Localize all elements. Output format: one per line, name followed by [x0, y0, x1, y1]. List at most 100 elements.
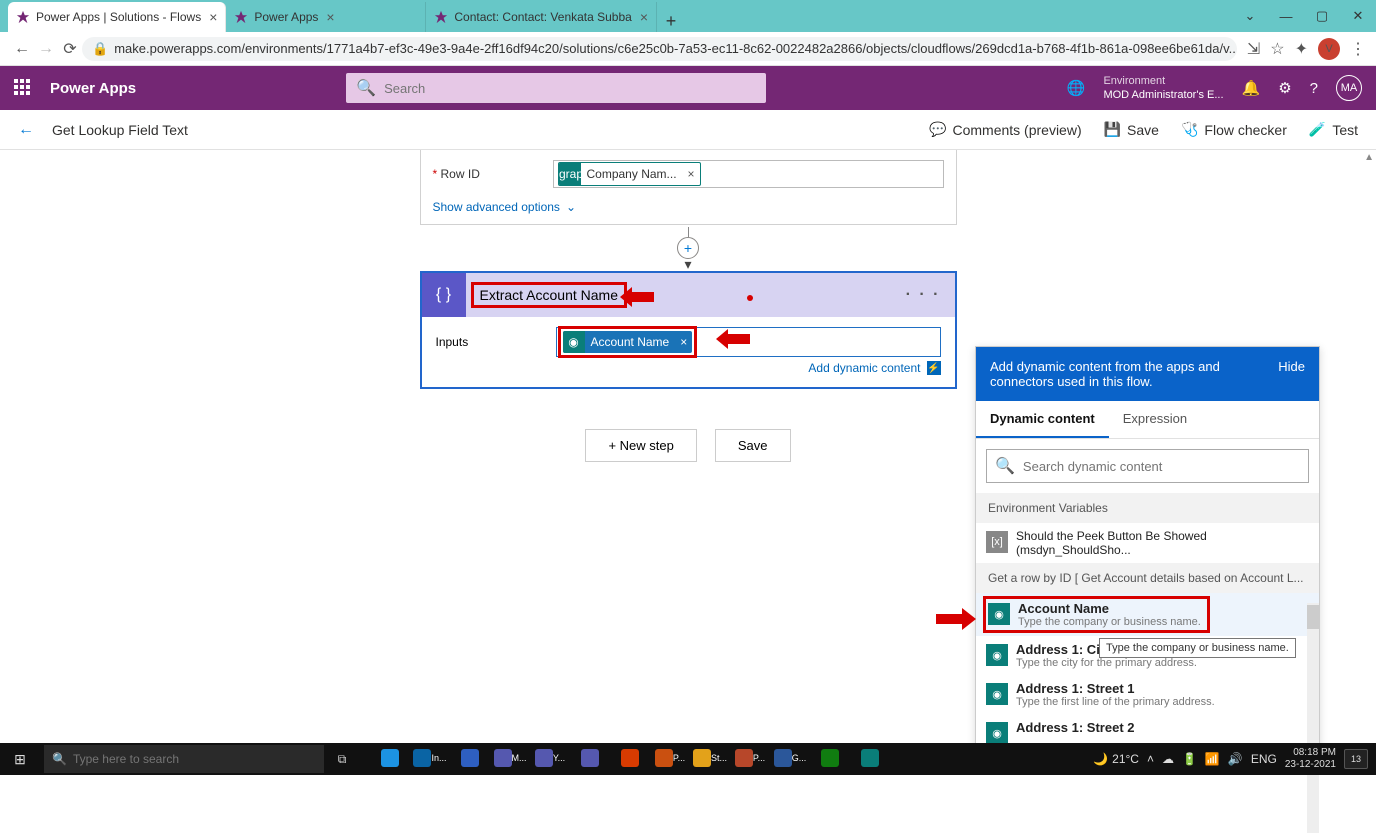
annotation-arrow-title	[620, 287, 654, 307]
save-flow-button[interactable]: Save	[715, 429, 791, 462]
url-field[interactable]: 🔒 make.powerapps.com/environments/1771a4…	[82, 37, 1237, 61]
taskbar-app[interactable]: P...	[652, 745, 688, 773]
taskbar-app[interactable]	[452, 745, 488, 773]
dynamic-search[interactable]: 🔍	[986, 449, 1309, 483]
weather-widget[interactable]: 🌙21°C	[1093, 752, 1139, 766]
tooltip: Type the company or business name.	[1099, 638, 1296, 658]
show-advanced-options-link[interactable]: Show advanced options ⌄	[433, 200, 944, 214]
panel-scrollbar[interactable]	[1307, 603, 1319, 833]
kebab-menu-icon[interactable]: ⋮	[1350, 39, 1366, 59]
forward-button[interactable]: →	[34, 40, 58, 58]
dyn-item-address1-street1[interactable]: ◉ Address 1: Street 1 Type the first lin…	[976, 675, 1319, 714]
environment-icon[interactable]: 🌐	[1067, 79, 1086, 97]
dyn-item-account-name[interactable]: ◉ Account Name Type the company or busin…	[976, 593, 1319, 636]
app-launcher-icon[interactable]	[14, 79, 32, 97]
add-dynamic-label: Add dynamic content	[808, 361, 920, 375]
lock-icon: 🔒	[92, 41, 108, 57]
browser-tab-1[interactable]: Power Apps | Solutions - Flows ×	[8, 2, 226, 32]
taskbar-app[interactable]	[812, 745, 848, 773]
scrollbar-thumb[interactable]	[1307, 605, 1319, 629]
flow-checker-button[interactable]: 🩺Flow checker	[1181, 121, 1287, 138]
data-operation-icon: { }	[422, 273, 466, 317]
taskbar-app[interactable]: St...	[692, 745, 728, 773]
flow-canvas[interactable]: Row ID �ographie Company Nam... × Show a…	[0, 150, 1376, 743]
language-indicator[interactable]: ENG	[1251, 752, 1277, 766]
tab-dynamic-content[interactable]: Dynamic content	[976, 401, 1109, 438]
tab-close-2[interactable]: ×	[326, 9, 334, 25]
tray-chevron-icon[interactable]: ˄	[1147, 752, 1154, 766]
notifications-icon[interactable]: 🔔	[1242, 79, 1261, 97]
tab-close-1[interactable]: ×	[209, 9, 217, 25]
add-dynamic-content-link[interactable]: Add dynamic content ⚡	[436, 357, 941, 379]
dyn-item-title: Address 1: Street 2	[1016, 720, 1135, 735]
checker-icon: 🩺	[1181, 121, 1198, 138]
new-step-button[interactable]: + New step	[585, 429, 696, 462]
beaker-icon: 🧪	[1309, 121, 1326, 138]
dyn-item-desc: Type the city for the primary address.	[1016, 657, 1197, 669]
profile-avatar[interactable]: V	[1318, 38, 1340, 60]
taskbar-app[interactable]	[372, 745, 408, 773]
battery-icon[interactable]: 🔋	[1182, 752, 1197, 766]
action-title[interactable]: Extract Account Name	[474, 285, 625, 305]
help-icon[interactable]: ?	[1310, 80, 1318, 97]
user-avatar[interactable]: MA	[1336, 75, 1362, 101]
wifi-icon[interactable]: 📶	[1205, 752, 1220, 766]
test-button[interactable]: 🧪Test	[1309, 121, 1358, 138]
clock[interactable]: 08:18 PM 23-12-2021	[1285, 747, 1336, 771]
minimize-button[interactable]: —	[1268, 9, 1304, 24]
taskbar-app[interactable]: P...	[732, 745, 768, 773]
comments-button[interactable]: 💬Comments (preview)	[929, 121, 1082, 138]
dropdown-icon[interactable]: ⌄	[1232, 8, 1268, 24]
back-button[interactable]: ←	[10, 40, 34, 58]
task-view-icon[interactable]: ⧉	[324, 752, 360, 767]
token-remove[interactable]: ×	[683, 167, 700, 181]
taskbar-app[interactable]: Y...	[532, 745, 568, 773]
header-search[interactable]: 🔍	[346, 73, 766, 103]
taskbar-search[interactable]: 🔍	[44, 745, 324, 773]
environment-value: MOD Administrator's E...	[1103, 88, 1223, 102]
reload-button[interactable]: ⟳	[58, 39, 82, 59]
onedrive-icon[interactable]: ☁	[1162, 752, 1174, 766]
action-card-extract-account-name[interactable]: { } Extract Account Name · · · Inputs ◉ …	[420, 271, 957, 389]
scroll-up-arrow[interactable]: ▲	[1364, 152, 1374, 163]
token-company-name[interactable]: �ographie Company Nam... ×	[558, 162, 701, 186]
taskbar-app[interactable]: M...	[492, 745, 528, 773]
dyn-item-title: Address 1: Street 1	[1016, 681, 1215, 696]
section-get-row: Get a row by ID [ Get Account details ba…	[976, 563, 1319, 593]
taskbar-app[interactable]	[852, 745, 888, 773]
taskbar-app[interactable]: G...	[772, 745, 808, 773]
dynamic-search-input[interactable]	[1023, 459, 1300, 474]
taskbar-app[interactable]	[612, 745, 648, 773]
connector-line: + ▾	[0, 227, 1376, 269]
maximize-button[interactable]: ▢	[1304, 8, 1340, 24]
start-button[interactable]: ⊞	[0, 751, 40, 768]
taskbar-app[interactable]: In...	[412, 745, 448, 773]
save-button[interactable]: 💾Save	[1104, 121, 1159, 138]
hide-panel-button[interactable]: Hide	[1278, 359, 1305, 374]
install-app-icon[interactable]: ⇲	[1247, 39, 1260, 59]
tab-close-3[interactable]: ×	[640, 9, 648, 25]
env-var-item[interactable]: [x] Should the Peek Button Be Showed (ms…	[976, 523, 1319, 563]
taskbar-app[interactable]	[572, 745, 608, 773]
new-tab-button[interactable]: +	[657, 11, 685, 32]
row-id-label: Row ID	[433, 167, 543, 181]
browser-tab-2[interactable]: Power Apps ×	[226, 2, 426, 32]
star-icon[interactable]: ☆	[1270, 39, 1284, 59]
environment-picker[interactable]: Environment MOD Administrator's E...	[1103, 74, 1223, 102]
taskbar-search-input[interactable]	[73, 752, 316, 766]
volume-icon[interactable]: 🔊	[1228, 752, 1243, 766]
command-bar: ← Get Lookup Field Text 💬Comments (previ…	[0, 110, 1376, 150]
close-window-button[interactable]: ✕	[1340, 8, 1376, 24]
action-menu-button[interactable]: · · ·	[906, 286, 941, 304]
header-search-input[interactable]	[384, 81, 756, 96]
browser-tab-3[interactable]: Contact: Contact: Venkata Subba ×	[426, 2, 657, 32]
action-center-icon[interactable]: 13	[1344, 749, 1368, 769]
advanced-label: Show advanced options	[433, 200, 560, 214]
action-card-get-row[interactable]: Row ID �ographie Company Nam... × Show a…	[420, 150, 957, 225]
token-remove[interactable]: ×	[675, 335, 692, 349]
back-arrow-icon[interactable]: ←	[18, 121, 34, 139]
tab-expression[interactable]: Expression	[1109, 401, 1201, 438]
token-account-name[interactable]: ◉ Account Name ×	[563, 331, 693, 353]
settings-icon[interactable]: ⚙	[1278, 79, 1291, 97]
extensions-icon[interactable]: ✦	[1295, 39, 1308, 59]
